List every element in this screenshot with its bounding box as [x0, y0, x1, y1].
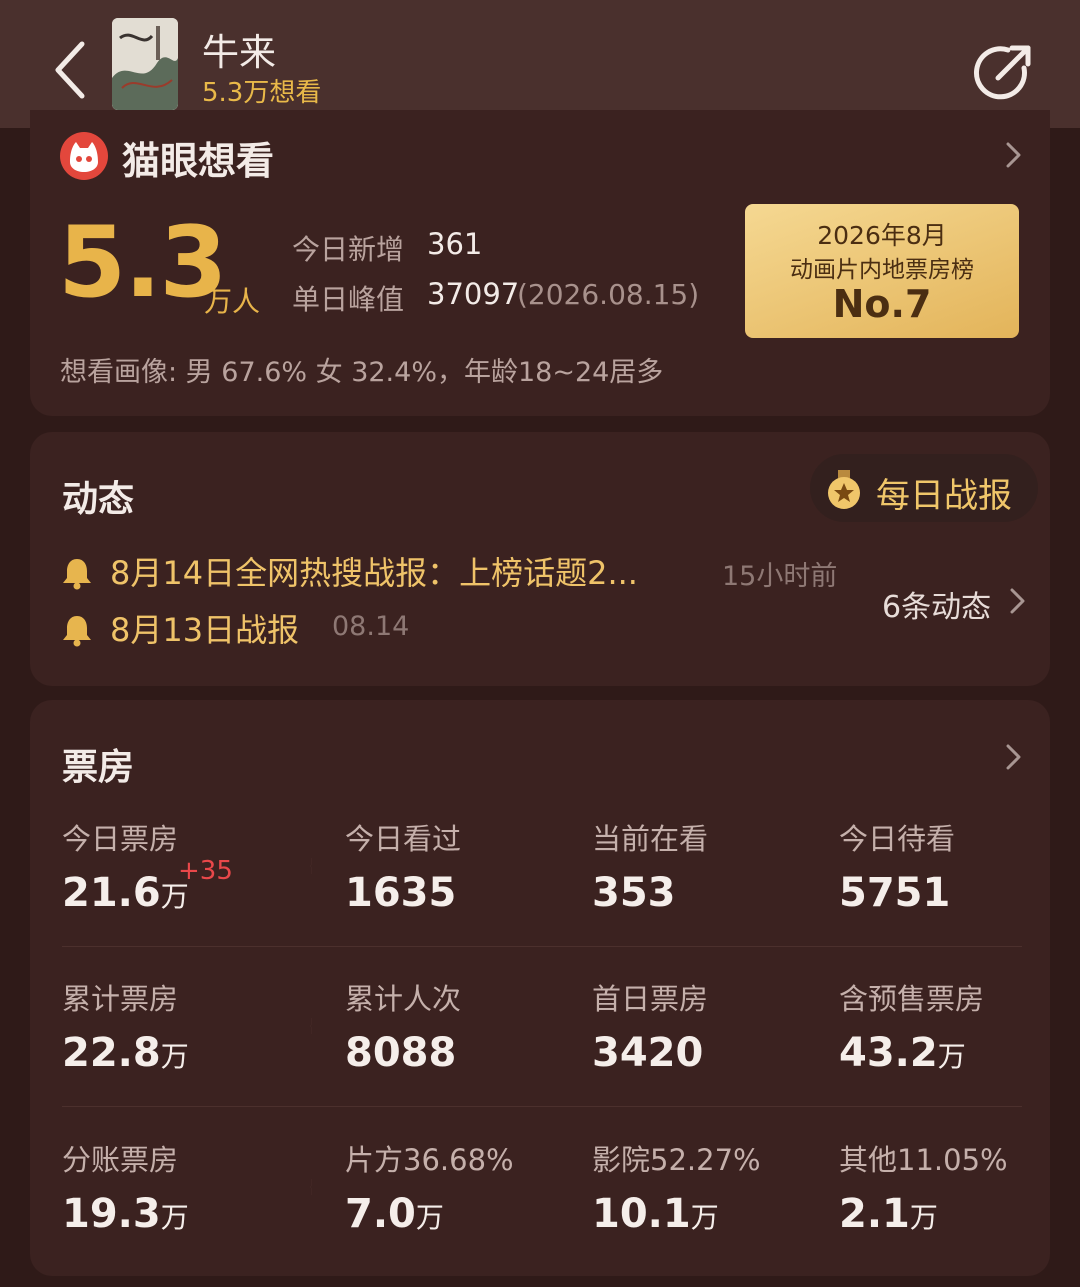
audience-portrait: 想看画像: 男 67.6% 女 32.4%，年龄18~24居多 — [60, 357, 664, 388]
want-to-see-card: 猫眼想看 5.3 万人 今日新增 361 单日峰值 37097 (2026.08… — [30, 110, 1050, 416]
back-button[interactable] — [40, 30, 100, 110]
producer-share: 片方36.68% 7.0万 — [345, 1137, 585, 1267]
split-box-office: 分账票房 19.3万 — [62, 1137, 302, 1267]
chevron-right-icon — [1006, 142, 1021, 168]
bo-label: 首日票房 — [592, 982, 709, 1016]
today-new-label: 今日新增 — [292, 233, 405, 266]
dynamics-card: 动态 每日战报 8月14日全网热搜战报：上榜话题2... 15小时前 8月13日… — [30, 432, 1050, 686]
medal-icon — [826, 470, 862, 510]
peak-value: 37097 — [427, 277, 520, 311]
bo-label: 今日待看 — [839, 822, 956, 856]
bo-value: 21.6万 — [62, 870, 189, 916]
movie-poster[interactable] — [112, 18, 178, 110]
rank-board-name: 动画片内地票房榜 — [790, 257, 974, 283]
bo-value: 2.1万 — [839, 1191, 938, 1237]
bo-label: 影院52.27% — [592, 1143, 761, 1177]
rank-badge[interactable]: 2026年8月 动画片内地票房榜 No.7 — [745, 204, 1019, 338]
bo-value: 19.3万 — [62, 1191, 189, 1237]
column-divider — [310, 1179, 312, 1195]
back-icon — [55, 41, 85, 99]
maoyan-title: 猫眼想看 — [122, 139, 275, 183]
chevron-right-icon — [1006, 744, 1021, 770]
want-count: 5.3万想看 — [202, 78, 322, 108]
news-text: 8月14日全网热搜战报：上榜话题2... — [110, 554, 638, 592]
movie-title: 牛来 — [202, 31, 276, 74]
more-dynamics-link[interactable]: 6条动态 — [882, 580, 1032, 625]
bo-label: 分账票房 — [62, 1143, 179, 1177]
bell-icon — [60, 613, 94, 647]
news-time: 08.14 — [332, 611, 410, 642]
peak-date: (2026.08.15) — [517, 278, 700, 311]
bo-label: 今日票房 — [62, 822, 179, 856]
total-admissions: 累计人次 8088 — [345, 976, 585, 1106]
column-divider — [310, 1018, 312, 1034]
bo-value: 3420 — [592, 1030, 704, 1076]
bo-value: 22.8万 — [62, 1030, 189, 1076]
chevron-right-icon — [1010, 588, 1025, 614]
bo-value: 7.0万 — [345, 1191, 444, 1237]
bo-label: 片方36.68% — [345, 1143, 514, 1177]
presale-box-office: 含预售票房 43.2万 — [839, 976, 1079, 1106]
today-box-office-delta: +35 — [178, 856, 233, 886]
rank-number: No.7 — [832, 282, 932, 326]
want-count-unit: 万人 — [204, 285, 261, 318]
other-share: 其他11.05% 2.1万 — [839, 1137, 1079, 1267]
row-divider — [62, 1106, 1022, 1107]
rank-period: 2026年8月 — [817, 221, 947, 250]
today-watched: 今日看过 1635 — [345, 816, 585, 946]
box-office-card: 票房 今日票房 21.6万 +35 今日看过 1635 当前在看 353 今日待… — [30, 700, 1050, 1276]
bo-label: 累计票房 — [62, 982, 179, 1016]
box-office-chevron[interactable] — [998, 742, 1028, 772]
poster-image — [112, 18, 178, 110]
top-bar: 牛来 5.3万想看 — [0, 0, 1080, 128]
now-watching: 当前在看 353 — [592, 816, 832, 946]
share-button[interactable] — [968, 38, 1038, 108]
daily-report-button[interactable]: 每日战报 — [810, 454, 1038, 522]
share-icon — [973, 45, 1031, 100]
today-box-office: 今日票房 21.6万 +35 — [62, 816, 302, 946]
bo-value: 43.2万 — [839, 1030, 966, 1076]
today-new-value: 361 — [427, 227, 483, 261]
more-dynamics-label: 6条动态 — [882, 590, 992, 625]
bell-icon — [60, 556, 94, 590]
bo-label: 累计人次 — [345, 982, 462, 1016]
dynamics-title: 动态 — [62, 479, 135, 520]
bo-label: 当前在看 — [592, 822, 709, 856]
bo-label: 今日看过 — [345, 822, 462, 856]
cinema-share: 影院52.27% 10.1万 — [592, 1137, 832, 1267]
total-box-office: 累计票房 22.8万 — [62, 976, 302, 1106]
news-time: 15小时前 — [722, 561, 838, 592]
peak-label: 单日峰值 — [292, 283, 405, 316]
want-count-big: 5.3 — [58, 206, 228, 320]
row-divider — [62, 946, 1022, 947]
first-day-box-office: 首日票房 3420 — [592, 976, 832, 1106]
bo-value: 1635 — [345, 870, 457, 916]
bo-value: 8088 — [345, 1030, 457, 1076]
today-to-watch: 今日待看 5751 — [839, 816, 1079, 946]
daily-report-label: 每日战报 — [876, 476, 1012, 516]
want-detail-chevron[interactable] — [998, 140, 1028, 170]
bo-value: 10.1万 — [592, 1191, 719, 1237]
news-item[interactable]: 8月13日战报 08.14 — [60, 603, 460, 653]
bo-value: 5751 — [839, 870, 951, 916]
news-text: 8月13日战报 — [110, 611, 300, 649]
bo-value: 353 — [592, 870, 676, 916]
bo-label: 其他11.05% — [839, 1143, 1008, 1177]
column-divider — [310, 858, 312, 874]
bo-label: 含预售票房 — [839, 982, 985, 1016]
maoyan-cat-icon — [60, 132, 108, 180]
news-item[interactable]: 8月14日全网热搜战报：上榜话题2... 15小时前 — [60, 546, 850, 596]
box-office-title: 票房 — [62, 747, 135, 788]
